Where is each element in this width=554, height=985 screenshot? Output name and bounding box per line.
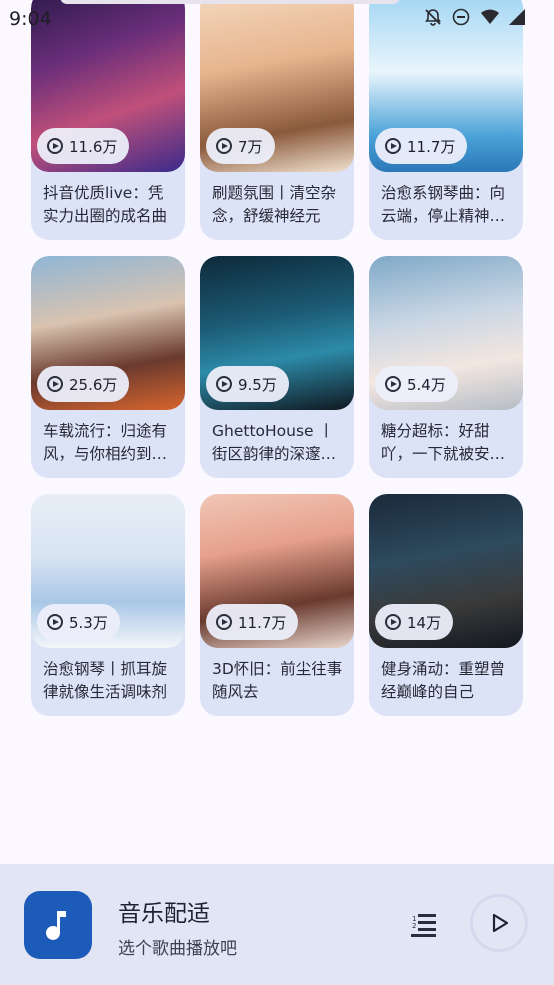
playlist-title[interactable]: 刷题氛围丨清空杂念，舒缓神经元: [212, 182, 346, 228]
play-count-badge: 5.4万: [375, 366, 458, 402]
playlist-card[interactable]: 11.7万 3D怀旧：前尘往事随风去: [200, 494, 354, 716]
playlist-title[interactable]: 糖分超标：好甜吖，一下就被安利了: [381, 420, 515, 466]
playlist-title[interactable]: GhettoHouse 丨 街区韵律的深邃律动: [212, 420, 346, 466]
play-count-icon: [216, 614, 232, 630]
play-count-icon: [47, 376, 63, 392]
play-count-icon: [216, 376, 232, 392]
playlist-card[interactable]: 11.6万抖音优质live：凭实力出圈的成名曲: [31, 0, 185, 240]
notifications-off-icon: [424, 8, 442, 26]
play-count-text: 11.7万: [407, 137, 456, 156]
play-count-badge: 5.3万: [37, 604, 120, 640]
playlist-title[interactable]: 抖音优质live：凭实力出圈的成名曲: [43, 182, 177, 228]
play-count-badge: 9.5万: [206, 366, 289, 402]
playlist-card[interactable]: 5.4万糖分超标：好甜吖，一下就被安利了: [369, 256, 523, 478]
playlist-card[interactable]: 7万刷题氛围丨清空杂念，舒缓神经元: [200, 0, 354, 240]
status-icons: [424, 8, 526, 26]
playlist-icon: 1 2: [411, 914, 436, 937]
play-count-icon: [385, 376, 401, 392]
playlist-button[interactable]: 1 2: [408, 908, 442, 942]
playlist-title[interactable]: 车载流行：归途有风，与你相约到黄昏: [43, 420, 177, 466]
player-subtitle: 选个歌曲播放吧: [118, 939, 237, 959]
playlist-title[interactable]: 治愈系钢琴曲：向云端，停止精神内耗: [381, 182, 515, 228]
playlist-title[interactable]: 健身涌动：重塑曾经巅峰的自己: [381, 658, 515, 704]
play-count-icon: [385, 614, 401, 630]
play-count-badge: 11.6万: [37, 128, 130, 164]
play-count-icon: [216, 138, 232, 154]
status-time: 9:04: [9, 8, 52, 30]
play-count-text: 25.6万: [69, 375, 118, 394]
svg-text:2: 2: [412, 922, 416, 930]
signal-icon: [508, 8, 526, 26]
do-not-disturb-icon: [452, 8, 470, 26]
wifi-icon: [480, 8, 499, 26]
player-title: 音乐配适: [118, 901, 210, 927]
play-count-text: 5.4万: [407, 375, 446, 394]
playlist-card[interactable]: 9.5万 GhettoHouse 丨 街区韵律的深邃律动: [200, 256, 354, 478]
play-count-badge: 14万: [375, 604, 454, 640]
play-count-text: 14万: [407, 613, 442, 632]
play-count-icon: [385, 138, 401, 154]
album-art[interactable]: [24, 891, 92, 959]
playlist-card[interactable]: 14万健身涌动：重塑曾经巅峰的自己: [369, 494, 523, 716]
play-icon: [492, 913, 509, 933]
playlist-card[interactable]: 11.7万治愈系钢琴曲：向云端，停止精神内耗: [369, 0, 523, 240]
playlist-title[interactable]: 治愈钢琴丨抓耳旋律就像生活调味剂: [43, 658, 177, 704]
play-count-text: 9.5万: [238, 375, 277, 394]
play-count-text: 11.6万: [69, 137, 118, 156]
play-button[interactable]: [470, 894, 528, 952]
play-count-icon: [47, 614, 63, 630]
play-count-text: 7万: [238, 137, 263, 156]
playlist-card[interactable]: 25.6万车载流行：归途有风，与你相约到黄昏: [31, 256, 185, 478]
mini-player[interactable]: 音乐配适 选个歌曲播放吧 1 2: [0, 864, 554, 985]
play-count-badge: 7万: [206, 128, 275, 164]
play-count-badge: 11.7万: [206, 604, 299, 640]
status-bar-pill: [60, 0, 400, 4]
status-bar: 9:04: [0, 0, 554, 36]
play-count-text: 11.7万: [238, 613, 287, 632]
play-count-text: 5.3万: [69, 613, 108, 632]
playlist-card[interactable]: 5.3万治愈钢琴丨抓耳旋律就像生活调味剂: [31, 494, 185, 716]
music-note-icon: [46, 911, 66, 940]
play-count-badge: 11.7万: [375, 128, 468, 164]
play-count-icon: [47, 138, 63, 154]
playlist-title[interactable]: 3D怀旧：前尘往事随风去: [212, 658, 346, 704]
play-count-badge: 25.6万: [37, 366, 130, 402]
